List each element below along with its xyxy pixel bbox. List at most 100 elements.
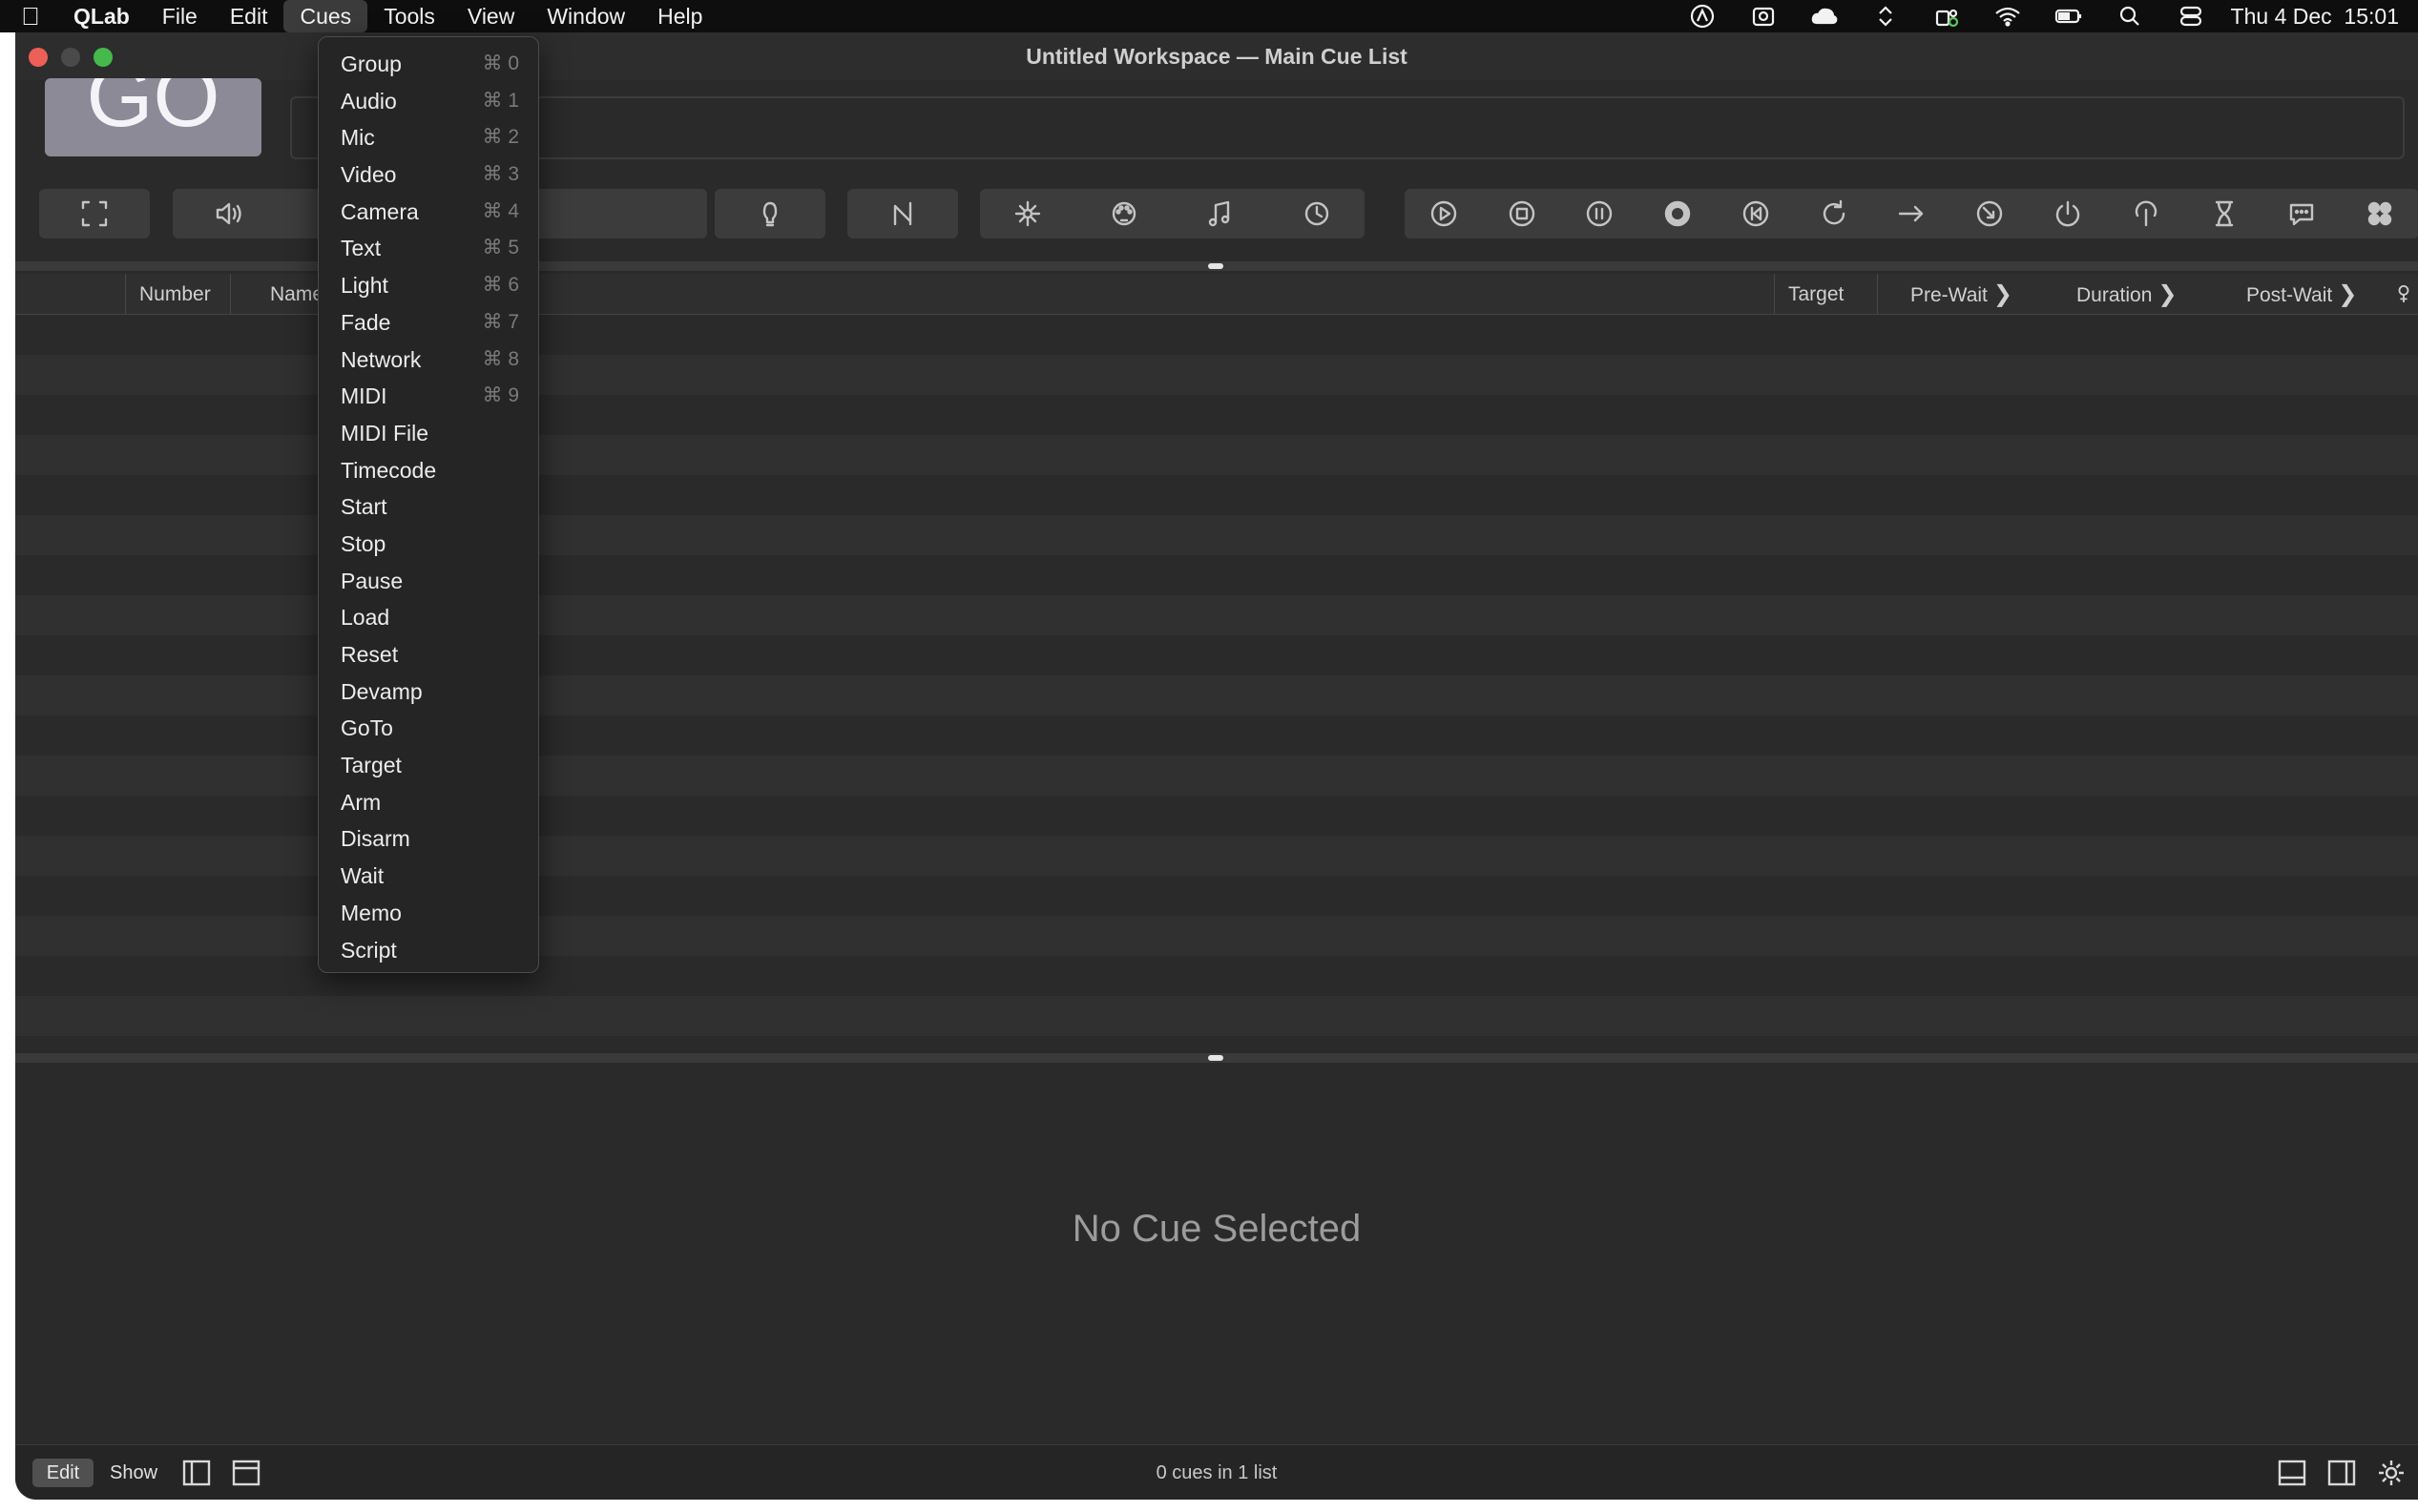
menu-item-wait[interactable]: Wait — [319, 858, 538, 895]
no-cue-selected-message: No Cue Selected — [1072, 1208, 1362, 1250]
column-target-label: Target — [1788, 283, 1845, 305]
memo-cue-icon — [2284, 197, 2319, 231]
menu-window[interactable]: Window — [531, 0, 641, 32]
menu-item-midi[interactable]: MIDI ⌘ 9 — [319, 378, 538, 415]
menu-item-light[interactable]: Light ⌘ 6 — [319, 267, 538, 304]
inspector-splitter[interactable] — [15, 1053, 2418, 1063]
fade-cue-icon — [886, 197, 920, 231]
menu-item-label: Fade — [341, 309, 391, 335]
menu-item-network[interactable]: Network ⌘ 8 — [319, 342, 538, 379]
menu-item-label: Load — [341, 605, 390, 631]
menu-item-fade[interactable]: Fade ⌘ 7 — [319, 304, 538, 342]
splitter-grip[interactable] — [1208, 1055, 1223, 1061]
spotlight-search-icon[interactable] — [2099, 0, 2160, 32]
pause-cue-icon — [1582, 197, 1616, 231]
menu-item-shortcut: ⌘ 7 — [482, 310, 519, 333]
vpn-status-icon[interactable] — [1672, 0, 1733, 32]
menu-item-label: Reset — [341, 642, 399, 667]
menu-item-shortcut: ⌘ 6 — [482, 274, 519, 297]
menu-item-label: Devamp — [341, 678, 423, 704]
battery-icon[interactable] — [2038, 0, 2099, 32]
column-duration[interactable]: Duration ❯ — [2041, 274, 2211, 315]
menu-item-label: Audio — [341, 88, 397, 114]
group-cue-button[interactable] — [39, 189, 150, 238]
menu-item-goto[interactable]: GoTo — [319, 710, 538, 747]
fade-cue-button[interactable] — [847, 189, 958, 238]
column-target[interactable]: Target — [1774, 274, 1877, 315]
column-number[interactable]: Number — [125, 274, 230, 315]
column-post-wait[interactable]: Post-Wait ❯ — [2211, 274, 2392, 315]
cloud-status-icon[interactable] — [1794, 0, 1855, 32]
light-cue-button[interactable] — [715, 189, 825, 238]
control-center-icon[interactable] — [2160, 0, 2221, 32]
menu-view[interactable]: View — [451, 0, 531, 32]
backup-status-icon[interactable] — [1733, 0, 1794, 32]
workspace-settings-button[interactable] — [2376, 1458, 2407, 1488]
sync-status-icon[interactable] — [1855, 0, 1916, 32]
cue-name-field[interactable] — [290, 96, 2405, 159]
menu-item-timecode[interactable]: Timecode — [319, 452, 538, 489]
column-pre-wait-label: Pre-Wait — [1910, 284, 1988, 306]
menu-item-devamp[interactable]: Devamp — [319, 673, 538, 711]
disarm-cue-icon — [2129, 197, 2163, 231]
menu-help[interactable]: Help — [641, 0, 719, 32]
devamp-cue-icon — [1817, 197, 1851, 231]
menu-file[interactable]: File — [146, 0, 214, 32]
menu-item-script[interactable]: Script — [319, 932, 538, 969]
toggle-sidebar-button[interactable] — [181, 1458, 212, 1488]
menu-item-memo[interactable]: Memo — [319, 895, 538, 932]
splitter-grip[interactable] — [1208, 263, 1223, 269]
timecode-cue-icon — [1300, 197, 1334, 231]
app-menu[interactable]: QLab — [57, 0, 146, 32]
toggle-toolbar-button[interactable] — [231, 1458, 261, 1488]
window-zoom-button[interactable] — [94, 48, 113, 67]
menu-item-arm[interactable]: Arm — [319, 784, 538, 821]
menu-item-mic[interactable]: Mic ⌘ 2 — [319, 119, 538, 156]
menu-tools[interactable]: Tools — [367, 0, 451, 32]
menu-item-pause[interactable]: Pause — [319, 563, 538, 600]
network-cue-icon — [1011, 197, 1045, 231]
menu-item-reset[interactable]: Reset — [319, 636, 538, 673]
menu-edit[interactable]: Edit — [214, 0, 284, 32]
window-close-button[interactable] — [29, 48, 48, 67]
control-cue-buttons[interactable] — [980, 189, 1365, 238]
toggle-inspector-button[interactable] — [2277, 1458, 2307, 1488]
arm-cue-icon — [2051, 197, 2085, 231]
menu-item-audio[interactable]: Audio ⌘ 1 — [319, 83, 538, 120]
window-minimize-button[interactable] — [61, 48, 80, 67]
start-cue-icon — [1427, 197, 1461, 231]
column-pre-wait[interactable]: Pre-Wait ❯ — [1877, 274, 2041, 315]
menu-item-label: Camera — [341, 198, 419, 224]
show-mode-button[interactable]: Show — [103, 1459, 164, 1487]
menu-cues[interactable]: Cues — [283, 0, 368, 32]
inspector-panel — [15, 1065, 2418, 1444]
teams-status-icon[interactable] — [1916, 0, 1977, 32]
menu-item-load[interactable]: Load — [319, 599, 538, 636]
menu-item-start[interactable]: Start — [319, 488, 538, 526]
menu-item-target[interactable]: Target — [319, 747, 538, 784]
menu-item-stop[interactable]: Stop — [319, 526, 538, 563]
menu-item-label: Script — [341, 937, 397, 963]
column-name-label: Name — [270, 283, 324, 305]
menu-item-text[interactable]: Text ⌘ 5 — [319, 230, 538, 267]
script-cue-icon — [2363, 197, 2397, 231]
column-options[interactable] — [2391, 274, 2418, 315]
menu-item-video[interactable]: Video ⌘ 3 — [319, 156, 538, 194]
menu-item-label: Network — [341, 346, 422, 372]
go-button[interactable]: GO — [45, 78, 261, 156]
list-item — [15, 996, 2418, 1036]
sidebar-left-icon — [182, 1460, 211, 1486]
wifi-icon[interactable] — [1977, 0, 2038, 32]
menu-item-camera[interactable]: Camera ⌘ 4 — [319, 194, 538, 231]
edit-mode-button[interactable]: Edit — [32, 1459, 94, 1487]
transport-cue-buttons[interactable] — [1405, 189, 2418, 238]
apple-menu-icon[interactable]:  — [0, 2, 57, 31]
menubar-clock[interactable]: Thu 4 Dec 15:01 — [2221, 4, 2418, 30]
menu-bar:  QLab File Edit Cues Tools View Window … — [0, 0, 2418, 32]
sidebar-right-icon — [2327, 1460, 2356, 1486]
menu-item-disarm[interactable]: Disarm — [319, 820, 538, 858]
menu-item-midi-file[interactable]: MIDI File — [319, 415, 538, 452]
target-cue-icon — [1972, 197, 2007, 231]
menu-item-group[interactable]: Group ⌘ 0 — [319, 46, 538, 83]
toggle-right-panel-button[interactable] — [2326, 1458, 2357, 1488]
